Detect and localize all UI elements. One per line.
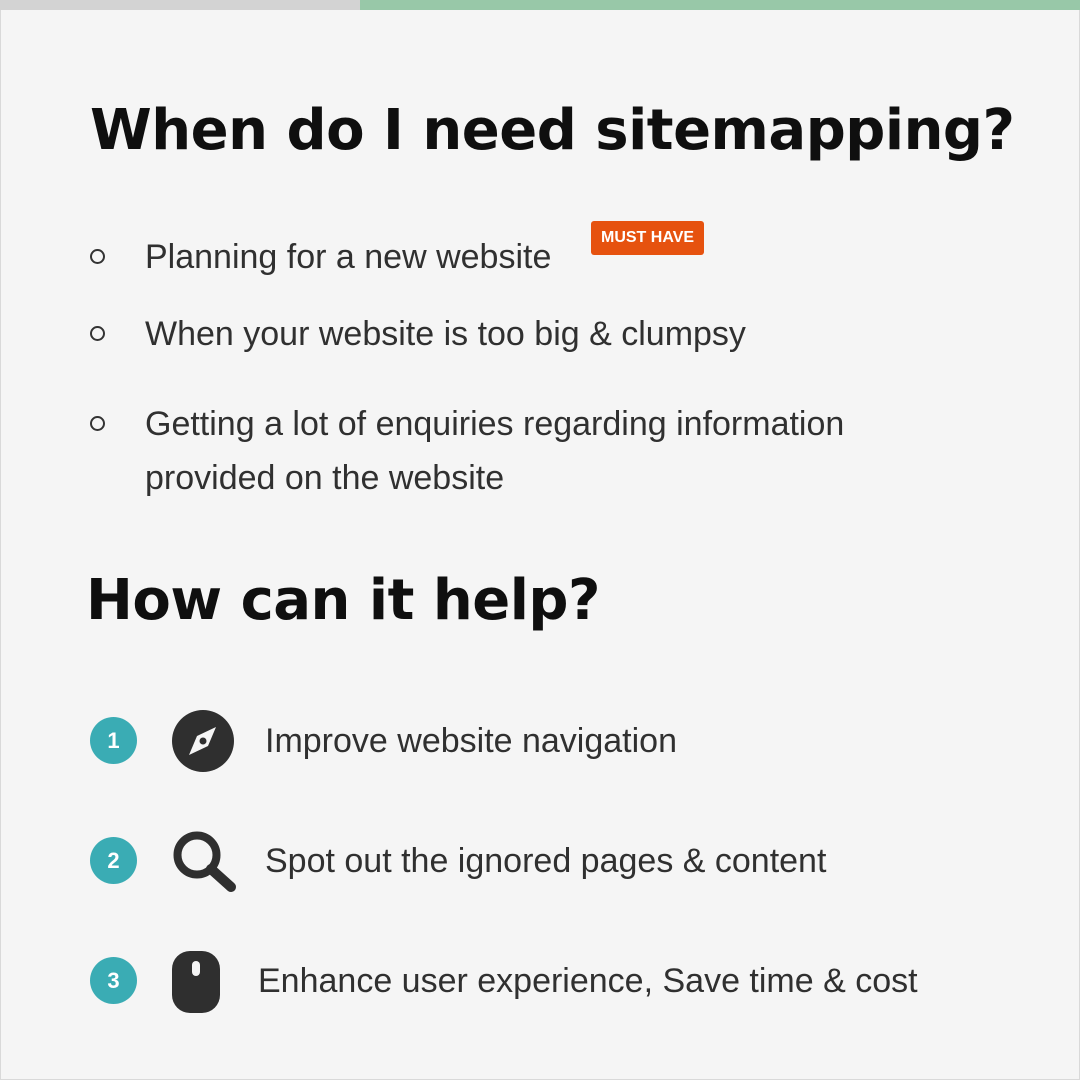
compass-icon: [172, 710, 234, 772]
mouse-icon: [172, 951, 220, 1013]
section1-title: When do I need sitemapping?: [90, 98, 1015, 163]
bullet-icon: [90, 416, 105, 431]
step-number-badge: 2: [90, 837, 137, 884]
step-number-badge: 3: [90, 957, 137, 1004]
bullet-icon: [90, 326, 105, 341]
benefit-text: Enhance user experience, Save time & cos…: [258, 962, 918, 1000]
search-icon: [173, 831, 236, 892]
list-item: When your website is too big & clumpsy: [145, 315, 746, 353]
benefit-text: Spot out the ignored pages & content: [265, 842, 827, 880]
section2-title: How can it help?: [86, 568, 601, 633]
step-number-badge: 1: [90, 717, 137, 764]
bullet-icon: [90, 249, 105, 264]
benefit-text: Improve website navigation: [265, 722, 678, 760]
must-have-badge: MUST HAVE: [591, 221, 705, 255]
list-item: Planning for a new website: [145, 238, 552, 276]
list-item: Getting a lot of enquiries regarding inf…: [145, 405, 845, 497]
progress-bar: [0, 0, 1080, 10]
progress-bar-fill: [359, 0, 1080, 10]
